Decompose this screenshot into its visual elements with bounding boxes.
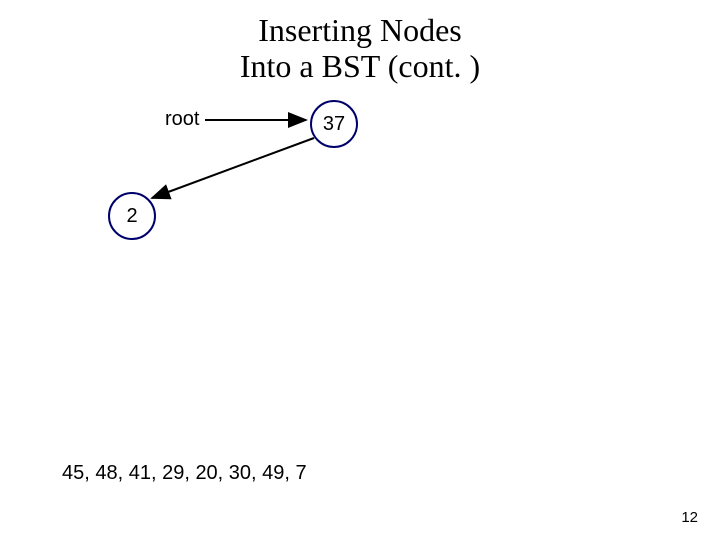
title-line-1: Inserting Nodes bbox=[0, 12, 720, 49]
page-number: 12 bbox=[681, 509, 698, 526]
insertion-sequence: 45, 48, 41, 29, 20, 30, 49, 7 bbox=[62, 462, 307, 485]
root-label: root bbox=[165, 108, 199, 131]
title-line-2: Into a BST (cont. ) bbox=[0, 48, 720, 85]
slide: Inserting Nodes Into a BST (cont. ) root… bbox=[0, 0, 720, 540]
edge-37-to-2 bbox=[152, 138, 314, 198]
tree-node-37: 37 bbox=[310, 100, 358, 148]
tree-node-2: 2 bbox=[108, 192, 156, 240]
